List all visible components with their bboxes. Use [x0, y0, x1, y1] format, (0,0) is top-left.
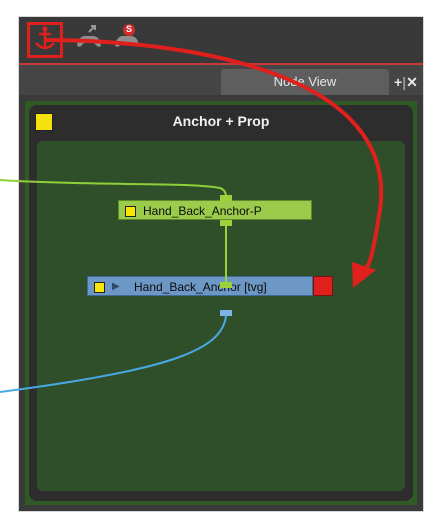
- annotation-arrow-head: [352, 262, 376, 288]
- drawing-input-port: [220, 282, 232, 288]
- blue-connection-curve: [0, 315, 227, 393]
- connections-overlay: [0, 38, 384, 393]
- annotation-arrow: [44, 38, 384, 274]
- peg-input-port: [220, 195, 232, 201]
- green-connection-curve: [0, 179, 227, 199]
- peg-output-port: [220, 220, 232, 226]
- drawing-output-port: [220, 310, 232, 316]
